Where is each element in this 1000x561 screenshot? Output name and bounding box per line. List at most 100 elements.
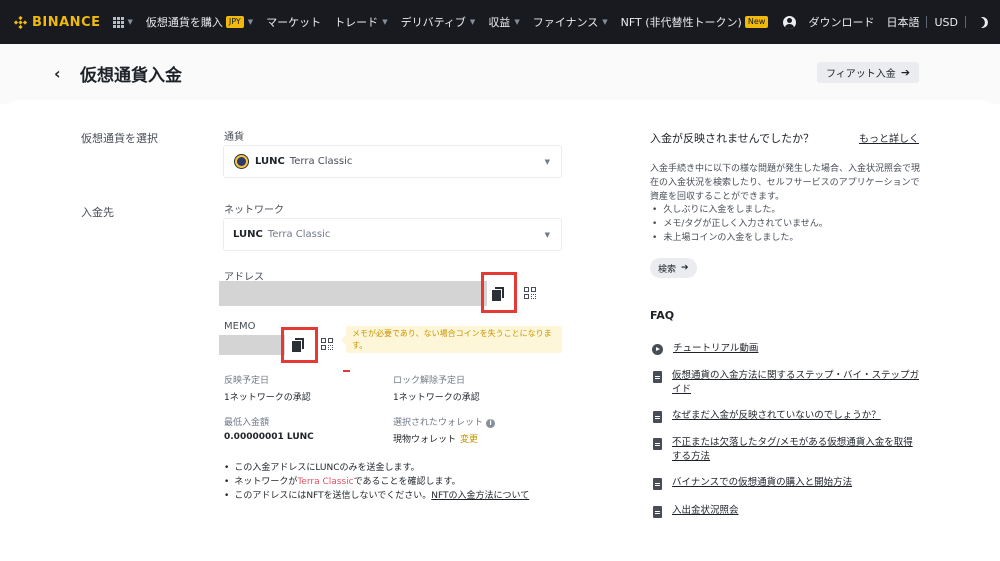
coin-name: Terra Classic	[289, 156, 353, 167]
nav-earn[interactable]: 収益 ▼	[488, 14, 519, 30]
faq-item-step-guide[interactable]: 仮想通貨の入金方法に関するステップ・バイ・ステップガイド	[652, 369, 922, 397]
search-button[interactable]: 検索 ➔	[650, 258, 697, 278]
copy-memo-icon[interactable]	[292, 338, 306, 352]
nav-trade[interactable]: トレード ▼	[334, 14, 387, 30]
download-link[interactable]: ダウンロード	[808, 14, 874, 30]
list-item: 未上場コインの入金をしました。	[650, 231, 828, 245]
new-badge: New	[744, 16, 769, 28]
memo-warning-note: メモが必要であり、ない場合コインを失うことになります。	[341, 326, 562, 353]
faq-link-text: 仮想通貨の入金方法に関するステップ・バイ・ステップガイド	[672, 370, 920, 395]
list-item: 久しぶりに入金をしました。	[650, 203, 828, 217]
network-name: Terra Classic	[267, 229, 331, 240]
faq-item-status-inquiry[interactable]: 入出金状況照会	[652, 504, 922, 518]
dark-mode-icon[interactable]	[975, 15, 989, 29]
page-title: 仮想通貨入金	[80, 66, 182, 86]
user-avatar-icon[interactable]	[783, 15, 797, 29]
faq-item-not-reflected[interactable]: なぜまだ入金が反映されていないのでしょうか？	[652, 409, 922, 423]
chevron-down-icon: ▼	[247, 18, 254, 26]
nav-item-label: マーケット	[266, 16, 322, 29]
coin-symbol: LUNC	[255, 156, 285, 167]
nav-item-label: 収益	[488, 16, 511, 29]
currency-label: 通貨	[224, 132, 244, 143]
selected-wallet-value: 現物ウォレット	[393, 435, 457, 445]
address-value-redacted	[219, 281, 487, 306]
divider	[965, 16, 966, 28]
note-item: ネットワークがTerra Classicであることを確認します。	[224, 475, 529, 489]
faq-link-text: チュートリアル動画	[673, 343, 759, 354]
chevron-down-icon: ▼	[602, 18, 608, 26]
nav-item-label: ファイナンス	[532, 16, 599, 29]
faq-link-text: バイナンスでの仮想通貨の購入と開始方法	[672, 477, 853, 488]
memo-value-redacted	[219, 335, 285, 355]
faq-link-text: なぜまだ入金が反映されていないのでしょうか？	[672, 410, 881, 421]
back-arrow-icon[interactable]: ‹	[54, 64, 61, 83]
note-text: であることを確認します。	[353, 477, 461, 487]
faq-item-tutorial-video[interactable]: チュートリアル動画	[652, 342, 923, 356]
red-mark	[343, 370, 350, 372]
lunc-coin-icon	[234, 154, 249, 169]
note-text: ネットワークが	[234, 477, 298, 487]
chevron-down-icon: ▼	[469, 18, 476, 26]
memo-label: MEMO	[224, 321, 256, 332]
qr-code-icon[interactable]	[321, 338, 334, 351]
note-text: この入金アドレスにLUNCのみを送金します。	[234, 463, 420, 473]
list-item: メモ/タグが正しく入力されていません。	[650, 217, 828, 231]
network-select[interactable]: LUNC Terra Classic ▼	[223, 218, 562, 251]
min-deposit-value: 0.00000001 LUNC	[224, 432, 314, 442]
deposit-notes: この入金アドレスにLUNCのみを送金します。 ネットワークがTerra Clas…	[224, 461, 529, 503]
arrow-right-icon: ➔	[681, 263, 689, 273]
selected-wallet-label: 選択されたウォレット	[393, 418, 484, 428]
nav-item-label: 仮想通貨を購入	[145, 16, 223, 29]
reflect-date-label: 反映予定日	[224, 376, 270, 386]
divider	[926, 16, 928, 28]
copy-address-icon[interactable]	[492, 287, 506, 301]
note-text: このアドレスにはNFTを送信しないでください。	[234, 491, 432, 501]
document-icon	[653, 478, 662, 490]
note-item: この入金アドレスにLUNCのみを送金します。	[224, 461, 529, 475]
faq-item-buy-start[interactable]: バイナンスでの仮想通貨の購入と開始方法	[652, 476, 922, 490]
binance-logo[interactable]: BINANCE	[14, 15, 101, 30]
fiat-deposit-label: フィアット入金	[826, 69, 896, 80]
nft-deposit-link[interactable]: NFTの入金方法について	[431, 491, 529, 501]
info-icon[interactable]: i	[486, 419, 496, 428]
nav-derivatives[interactable]: デリバティブ ▼	[401, 14, 476, 30]
document-icon	[653, 438, 662, 450]
help-title: 入金が反映されませんでしたか？	[650, 132, 815, 145]
unlock-date-value: 1ネットワークの承認	[393, 393, 480, 403]
network-label: ネットワーク	[224, 205, 284, 216]
faq-item-missing-memo[interactable]: 不正または欠落したタグ/メモがある仮想通貨入金を取得する方法	[652, 436, 922, 464]
top-navigation-bar: BINANCE ▼ 仮想通貨を購入 JPY ▼ マーケット トレード ▼ デリバ…	[0, 0, 1000, 44]
logo-text: BINANCE	[32, 14, 101, 30]
select-coin-label: 仮想通貨を選択	[81, 132, 158, 145]
change-wallet-link[interactable]: 変更	[460, 435, 478, 445]
document-icon	[653, 411, 662, 423]
arrow-right-icon: ➔	[900, 66, 911, 79]
learn-more-link[interactable]: もっと詳しく	[859, 130, 919, 145]
currency-selector[interactable]: USD	[934, 16, 958, 29]
nav-item-label: NFT (非代替性トークン)	[620, 16, 742, 29]
nav-nft[interactable]: NFT (非代替性トークン) New	[621, 14, 769, 30]
chevron-down-icon: ▼	[514, 18, 520, 26]
nav-markets[interactable]: マーケット	[266, 14, 321, 30]
help-paragraph: 入金手続き中に以下の様な問題が発生した場合、入金状況照会で現在の入金状況を検索し…	[650, 164, 921, 202]
faq-link-text: 入出金状況照会	[672, 505, 739, 516]
nav-right-group: ダウンロード 日本語 USD	[783, 0, 988, 44]
apps-grid-icon[interactable]: ▼	[112, 16, 133, 28]
min-deposit-label: 最低入金額	[224, 418, 270, 428]
chevron-down-icon: ▼	[544, 158, 550, 166]
nav-buy-crypto[interactable]: 仮想通貨を購入 JPY ▼	[146, 14, 253, 30]
nav-item-label: デリバティブ	[400, 16, 466, 29]
coin-select[interactable]: LUNC Terra Classic ▼	[223, 145, 562, 178]
nav-finance[interactable]: ファイナンス ▼	[533, 14, 608, 30]
qr-code-icon[interactable]	[524, 287, 537, 300]
faq-title: FAQ	[650, 309, 675, 322]
currency-badge: JPY	[225, 16, 244, 28]
document-icon	[653, 371, 662, 383]
deposit-to-label: 入金先	[81, 206, 114, 219]
note-item: このアドレスにはNFTを送信しないでください。NFTの入金方法について	[224, 489, 529, 503]
language-selector[interactable]: 日本語	[886, 14, 919, 30]
fiat-deposit-button[interactable]: フィアット入金 ➔	[817, 62, 920, 83]
chevron-down-icon: ▼	[544, 231, 550, 239]
chevron-down-icon: ▼	[382, 18, 388, 26]
faq-link-text: 不正または欠落したタグ/メモがある仮想通貨入金を取得する方法	[672, 437, 913, 462]
